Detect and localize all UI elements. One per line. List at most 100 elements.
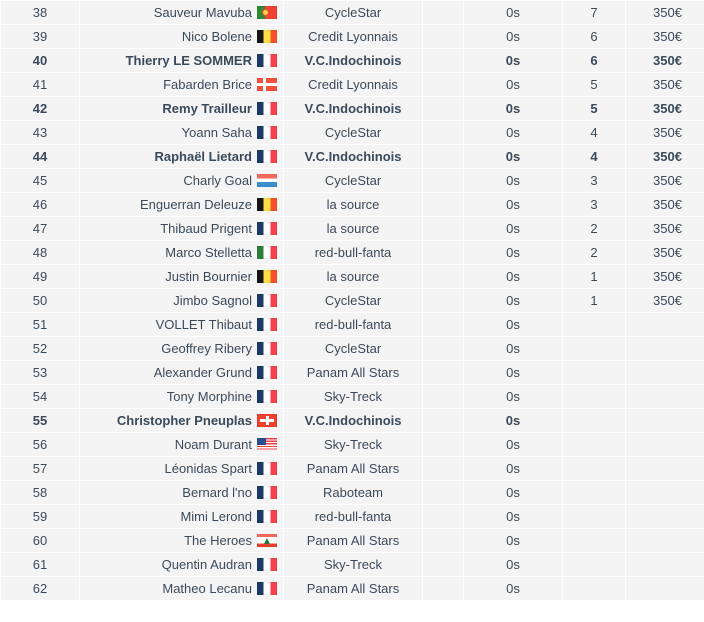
cell-team[interactable]: la source	[284, 217, 422, 240]
cell-team[interactable]: Sky-Treck	[284, 433, 422, 456]
cell-team[interactable]: red-bull-fanta	[284, 313, 422, 336]
table-row[interactable]: 40 Thierry LE SOMMER V.C.Indochinois 0s 6 350…	[1, 49, 704, 72]
table-row[interactable]: 56 Noam Durant Sky-Treck 0s	[1, 433, 704, 456]
cell-rider-name[interactable]: Marco Stelletta	[80, 241, 283, 264]
cell-team[interactable]: Panam All Stars	[284, 577, 422, 600]
cell-prize-money: 350€	[626, 25, 704, 48]
cell-rider-name[interactable]: The Heroes	[80, 529, 283, 552]
cell-time: 0s	[464, 361, 562, 384]
cell-team[interactable]: Sky-Treck	[284, 553, 422, 576]
table-row[interactable]: 52 Geoffrey Ribery CycleStar 0s	[1, 337, 704, 360]
table-row[interactable]: 39 Nico Bolene Credit Lyonnais 0s 6 350€	[1, 25, 704, 48]
cell-prize-money	[626, 577, 704, 600]
cell-team[interactable]: CycleStar	[284, 121, 422, 144]
cell-team[interactable]: V.C.Indochinois	[284, 409, 422, 432]
cell-rider-name[interactable]: VOLLET Thibaut	[80, 313, 283, 336]
flag-fr-icon	[257, 222, 277, 235]
table-row[interactable]: 62 Matheo Lecanu Panam All Stars 0s	[1, 577, 704, 600]
table-row[interactable]: 57 Léonidas Spart Panam All Stars 0s	[1, 457, 704, 480]
flag-be-icon	[257, 198, 277, 211]
cell-rider-name[interactable]: Thierry LE SOMMER	[80, 49, 283, 72]
table-row[interactable]: 42 Remy Trailleur V.C.Indochinois 0s 5 350€	[1, 97, 704, 120]
cell-team[interactable]: Panam All Stars	[284, 529, 422, 552]
cell-rider-name[interactable]: Remy Trailleur	[80, 97, 283, 120]
cell-rider-name[interactable]: Charly Goal	[80, 169, 283, 192]
table-row[interactable]: 48 Marco Stelletta red-bull-fanta 0s 2 350€	[1, 241, 704, 264]
flag-fr-icon	[257, 582, 277, 595]
cell-rider-name[interactable]: Jimbo Sagnol	[80, 289, 283, 312]
cell-time: 0s	[464, 73, 562, 96]
cell-rider-name[interactable]: Fabarden Brice	[80, 73, 283, 96]
cell-team[interactable]: CycleStar	[284, 1, 422, 24]
table-row[interactable]: 60 The Heroes Panam All Stars 0s	[1, 529, 704, 552]
cell-rider-name[interactable]: Mimi Lerond	[80, 505, 283, 528]
cell-team[interactable]: CycleStar	[284, 169, 422, 192]
cell-time: 0s	[464, 25, 562, 48]
cell-rank: 47	[1, 217, 79, 240]
table-row[interactable]: 45 Charly Goal CycleStar 0s 3 350€	[1, 169, 704, 192]
table-row[interactable]: 41 Fabarden Brice Credit Lyonnais 0s 5 350€	[1, 73, 704, 96]
rider-name-label: Léonidas Spart	[164, 461, 252, 476]
cell-time: 0s	[464, 385, 562, 408]
cell-rank: 56	[1, 433, 79, 456]
cell-team[interactable]: red-bull-fanta	[284, 241, 422, 264]
table-row[interactable]: 43 Yoann Saha CycleStar 0s 4 350€	[1, 121, 704, 144]
table-row[interactable]: 49 Justin Bournier la source 0s 1 350€	[1, 265, 704, 288]
cell-rider-name[interactable]: Tony Morphine	[80, 385, 283, 408]
flag-nl-icon	[257, 174, 277, 187]
cell-rider-name[interactable]: Enguerran Deleuze	[80, 193, 283, 216]
cell-rider-name[interactable]: Quentin Audran	[80, 553, 283, 576]
cell-rider-name[interactable]: Sauveur Mavuba	[80, 1, 283, 24]
cell-team[interactable]: CycleStar	[284, 337, 422, 360]
cell-rider-name[interactable]: Noam Durant	[80, 433, 283, 456]
cell-rider-name[interactable]: Alexander Grund	[80, 361, 283, 384]
cell-team[interactable]: Raboteam	[284, 481, 422, 504]
cell-points	[563, 337, 625, 360]
table-row[interactable]: 46 Enguerran Deleuze la source 0s 3 350€	[1, 193, 704, 216]
table-row[interactable]: 44 Raphaël Lietard V.C.Indochinois 0s 4 350€	[1, 145, 704, 168]
table-row[interactable]: 59 Mimi Lerond red-bull-fanta 0s	[1, 505, 704, 528]
cell-time: 0s	[464, 121, 562, 144]
cell-rider-name[interactable]: Yoann Saha	[80, 121, 283, 144]
table-row[interactable]: 51 VOLLET Thibaut red-bull-fanta 0s	[1, 313, 704, 336]
cell-rider-name[interactable]: Thibaud Prigent	[80, 217, 283, 240]
rider-name-wrap: Christopher Pneuplas	[117, 409, 277, 432]
cell-rider-name[interactable]: Matheo Lecanu	[80, 577, 283, 600]
table-row[interactable]: 61 Quentin Audran Sky-Treck 0s	[1, 553, 704, 576]
rider-name-label: The Heroes	[184, 533, 252, 548]
table-row[interactable]: 47 Thibaud Prigent la source 0s 2 350€	[1, 217, 704, 240]
cell-team[interactable]: Credit Lyonnais	[284, 73, 422, 96]
cell-team[interactable]: red-bull-fanta	[284, 505, 422, 528]
flag-be-icon	[257, 270, 277, 283]
cell-team[interactable]: Panam All Stars	[284, 457, 422, 480]
cell-rider-name[interactable]: Bernard l'no	[80, 481, 283, 504]
cell-team[interactable]: la source	[284, 193, 422, 216]
cell-prize-money: 350€	[626, 265, 704, 288]
cell-rider-name[interactable]: Christopher Pneuplas	[80, 409, 283, 432]
table-row[interactable]: 58 Bernard l'no Raboteam 0s	[1, 481, 704, 504]
cell-team[interactable]: Credit Lyonnais	[284, 25, 422, 48]
flag-it-icon	[257, 246, 277, 259]
cell-rider-name[interactable]: Nico Bolene	[80, 25, 283, 48]
cell-team[interactable]: V.C.Indochinois	[284, 97, 422, 120]
table-row[interactable]: 38 Sauveur Mavuba CycleStar 0s 7 350€	[1, 1, 704, 24]
cell-team[interactable]: V.C.Indochinois	[284, 49, 422, 72]
cell-rider-name[interactable]: Justin Bournier	[80, 265, 283, 288]
table-row[interactable]: 50 Jimbo Sagnol CycleStar 0s 1 350€	[1, 289, 704, 312]
table-row[interactable]: 53 Alexander Grund Panam All Stars 0s	[1, 361, 704, 384]
cell-rider-name[interactable]: Raphaël Lietard	[80, 145, 283, 168]
cell-team[interactable]: CycleStar	[284, 289, 422, 312]
cell-rider-name[interactable]: Léonidas Spart	[80, 457, 283, 480]
cell-points: 3	[563, 193, 625, 216]
cell-team[interactable]: la source	[284, 265, 422, 288]
cell-team[interactable]: V.C.Indochinois	[284, 145, 422, 168]
cell-points	[563, 433, 625, 456]
cell-spacer	[423, 577, 463, 600]
cell-team[interactable]: Panam All Stars	[284, 361, 422, 384]
cell-team[interactable]: Sky-Treck	[284, 385, 422, 408]
table-row[interactable]: 55 Christopher Pneuplas V.C.Indochinois 0s	[1, 409, 704, 432]
table-row[interactable]: 54 Tony Morphine Sky-Treck 0s	[1, 385, 704, 408]
cell-points	[563, 385, 625, 408]
rider-name-wrap: Charly Goal	[183, 169, 277, 192]
cell-rider-name[interactable]: Geoffrey Ribery	[80, 337, 283, 360]
